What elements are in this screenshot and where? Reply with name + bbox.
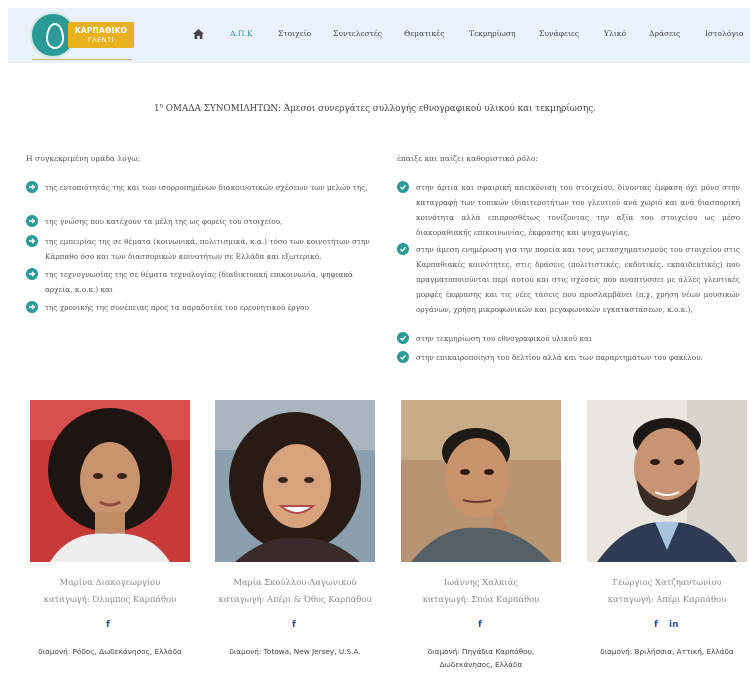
person-photo (401, 400, 561, 562)
person-name: Μαρία Σκούλλου-Λαγωνικού (233, 577, 357, 587)
person-photo (215, 400, 375, 562)
person-photo (587, 400, 747, 562)
arrow-circle-right-icon (26, 235, 38, 247)
facebook-icon[interactable]: f (654, 620, 658, 630)
main-nav: Α.Π.Κ Στοιχείο Συντελεστές Θεματικές Τεκ… (8, 8, 750, 63)
nav-item-syntelestes[interactable]: Συντελεστές (333, 29, 382, 38)
arrow-circle-right-icon (26, 268, 38, 280)
right-bullet-item: στην άμεση ενημέρωση για την πορεία και … (397, 242, 740, 317)
check-circle-icon (397, 351, 409, 363)
person-residence: διαμονή: Πηγάδια Καρπάθου, Δωδεκάνησος, Ε… (427, 647, 535, 669)
check-circle-icon (397, 243, 409, 255)
left-bullet-item: της γνώσης που κατέχουν τα μέλη της ως φ… (26, 214, 374, 229)
nav-item-draseis[interactable]: Δράσεις (649, 29, 680, 38)
person-residence: διαμονή: Βριλήσσια, Αττική, Ελλάδα (600, 647, 734, 656)
left-bullet-item: της τεχνογνωσίας της σε θέματα τεχνολογί… (26, 267, 374, 297)
nav-item-tekmiriosi[interactable]: Τεκμηρίωση (469, 29, 516, 38)
arrow-circle-right-icon (26, 301, 38, 313)
nav-item-apk[interactable]: Α.Π.Κ (230, 29, 253, 38)
person-origin: καταγωγή: Όλυμπος Καρπάθου (43, 594, 177, 604)
right-column-heading: έπαιξε και παίζει καθοριστικό ρόλο: (397, 154, 538, 163)
left-column-heading: Η συγκεκριμένη ομάδα λόγω: (26, 154, 141, 163)
person-residence: διαμονή: Totowa, New Jersey, U.S.A. (229, 647, 361, 656)
nav-item-istologio[interactable]: Ιστολόγιο (705, 29, 743, 38)
right-bullet-item: στην τεκμηρίωση του εθνογραφικού υλικού … (397, 331, 740, 346)
left-bullet-item: της εμπειρίας της σε θέματα (κοινωνικά, … (26, 234, 374, 264)
nav-item-yliko[interactable]: Υλικό (604, 29, 626, 38)
facebook-icon[interactable]: f (106, 620, 110, 630)
left-bullet-item: της εντοπιότητάς της και των ισορροπημέν… (26, 180, 374, 195)
person-name: Μαρίνα Διακογεωργίου (59, 577, 161, 587)
person-origin: καταγωγή: Απέρι Καρπάθου (607, 594, 727, 604)
right-bullet-item: στην άρτια και σφαιρική απεικόνιση του σ… (397, 180, 740, 240)
person-origin: καταγωγή: Απέρι & Όθος Καρπάθου (218, 594, 372, 604)
right-bullet-item: στην επικαιροποίηση του δελτίου αλλά και… (397, 350, 740, 365)
facebook-icon[interactable]: f (292, 620, 296, 630)
person-origin: καταγωγή: Σπόα Καρπάθου (422, 594, 540, 604)
check-circle-icon (397, 181, 409, 193)
person-name: Γεώργιος Χατζηαντωνίου (612, 577, 722, 587)
page-title: 1η ΟΜΑΔΑ ΣΥΝΟΜΙΛΗΤΩΝ: Άμεσοι συνεργάτες … (154, 103, 596, 114)
arrow-circle-right-icon (26, 181, 38, 193)
home-icon[interactable] (193, 29, 204, 39)
facebook-icon[interactable]: f (478, 620, 482, 630)
check-circle-icon (397, 332, 409, 344)
arrow-circle-right-icon (26, 215, 38, 227)
nav-item-stoixeio[interactable]: Στοιχείο (278, 29, 311, 38)
person-photo (30, 400, 190, 562)
nav-item-synafeies[interactable]: Συνάφειες (539, 29, 579, 38)
person-residence: διαμονή: Ρόδος, Δωδεκάνησος, Ελλάδα (38, 647, 182, 656)
person-name: Ιωάννης Χαλκιάς (443, 577, 519, 587)
site-header: ΚΑΡΠΑΘΙΚΟ ΓΛΕΝΤΙ Α.Π.Κ Στοιχείο Συντελεσ… (8, 8, 750, 63)
nav-item-thematikes[interactable]: Θεματικές (404, 29, 444, 38)
left-bullet-item: της χρονικής της συνέπειας προς τα παραδ… (26, 300, 374, 315)
linkedin-icon[interactable]: in (669, 620, 679, 630)
